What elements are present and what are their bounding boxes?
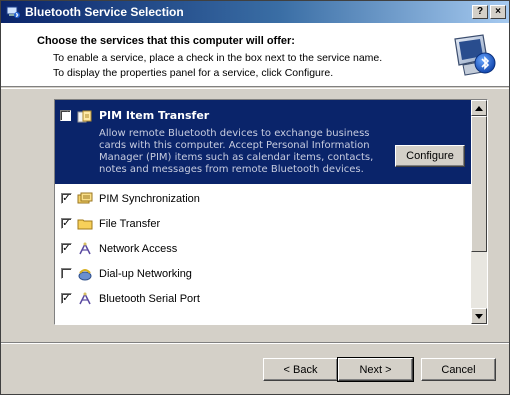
service-item-pim-item-transfer[interactable]: ✓ PIM Item Transfer Allow remote Bluetoo… (55, 100, 471, 184)
service-checkbox[interactable] (61, 268, 72, 279)
folder-icon (77, 216, 93, 232)
scroll-down-button[interactable] (471, 308, 487, 324)
back-button[interactable]: < Back (263, 358, 338, 381)
vertical-scrollbar[interactable] (471, 100, 487, 324)
service-item-dial-up-networking[interactable]: Dial-up Networking (55, 263, 471, 287)
next-button[interactable]: Next > (337, 357, 414, 382)
service-item-pim-synchronization[interactable]: ✓ PIM Synchronization (55, 188, 471, 212)
service-checkbox[interactable]: ✓ (61, 293, 72, 304)
scroll-up-button[interactable] (471, 100, 487, 116)
sync-folder-icon (77, 191, 93, 207)
service-item-network-access[interactable]: ✓ Network Access (55, 238, 471, 262)
network-access-icon (77, 241, 93, 257)
service-description: Allow remote Bluetooth devices to exchan… (99, 128, 374, 175)
page-title: Choose the services that this computer w… (37, 35, 295, 47)
scroll-thumb[interactable] (471, 116, 487, 252)
service-checkbox[interactable]: ✓ (61, 243, 72, 254)
arrow-down-icon (475, 313, 483, 319)
pim-transfer-icon (77, 109, 93, 128)
instruction-line-1: To enable a service, place a check in th… (53, 52, 383, 64)
service-label: Dial-up Networking (99, 268, 192, 280)
instruction-line-2: To display the properties panel for a se… (53, 67, 334, 79)
header-separator (1, 88, 509, 89)
services-list[interactable]: ✓ PIM Item Transfer Allow remote Bluetoo… (54, 99, 488, 325)
dialup-icon (77, 266, 93, 282)
serial-port-icon (77, 291, 93, 307)
service-checkbox[interactable]: ✓ (61, 218, 72, 229)
service-label: File Transfer (99, 218, 161, 230)
service-item-bluetooth-serial-port[interactable]: ✓ Bluetooth Serial Port (55, 288, 471, 312)
service-label: PIM Synchronization (99, 193, 200, 205)
service-item-file-transfer[interactable]: ✓ File Transfer (55, 213, 471, 237)
title-bar[interactable]: Bluetooth Service Selection ? × (1, 1, 509, 23)
configure-button[interactable]: Configure (395, 145, 465, 167)
help-button[interactable]: ? (472, 5, 488, 19)
close-button[interactable]: × (490, 5, 506, 19)
service-label: PIM Item Transfer (99, 109, 210, 122)
bluetooth-computer-icon (449, 31, 497, 79)
service-label: Network Access (99, 243, 178, 255)
window-title: Bluetooth Service Selection (25, 5, 184, 19)
footer-separator (1, 342, 509, 344)
cancel-button[interactable]: Cancel (421, 358, 496, 381)
service-label: Bluetooth Serial Port (99, 293, 200, 305)
service-checkbox[interactable]: ✓ (61, 193, 72, 204)
bluetooth-service-selection-window: Bluetooth Service Selection ? × Choose t… (0, 0, 510, 395)
arrow-up-icon (475, 105, 483, 111)
wizard-header: Choose the services that this computer w… (1, 23, 509, 87)
service-checkbox[interactable]: ✓ (60, 110, 71, 121)
bluetooth-app-icon (5, 4, 21, 20)
